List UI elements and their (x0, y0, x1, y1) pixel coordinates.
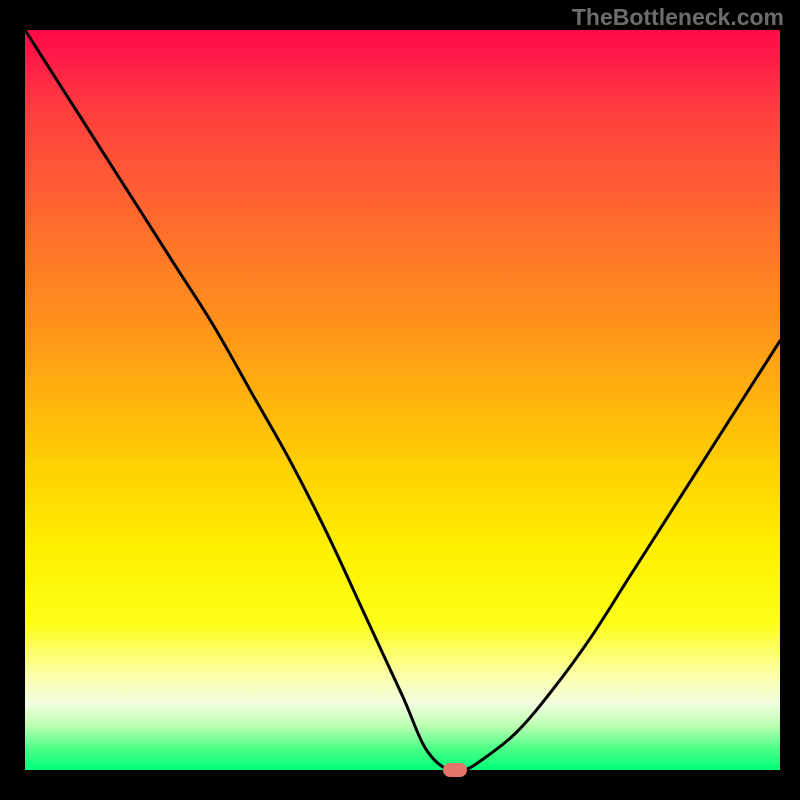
watermark-text: TheBottleneck.com (572, 4, 784, 31)
plot-area (25, 30, 780, 770)
bottleneck-curve (25, 30, 780, 770)
chart-container: TheBottleneck.com (0, 0, 800, 800)
optimal-marker-icon (443, 763, 467, 777)
